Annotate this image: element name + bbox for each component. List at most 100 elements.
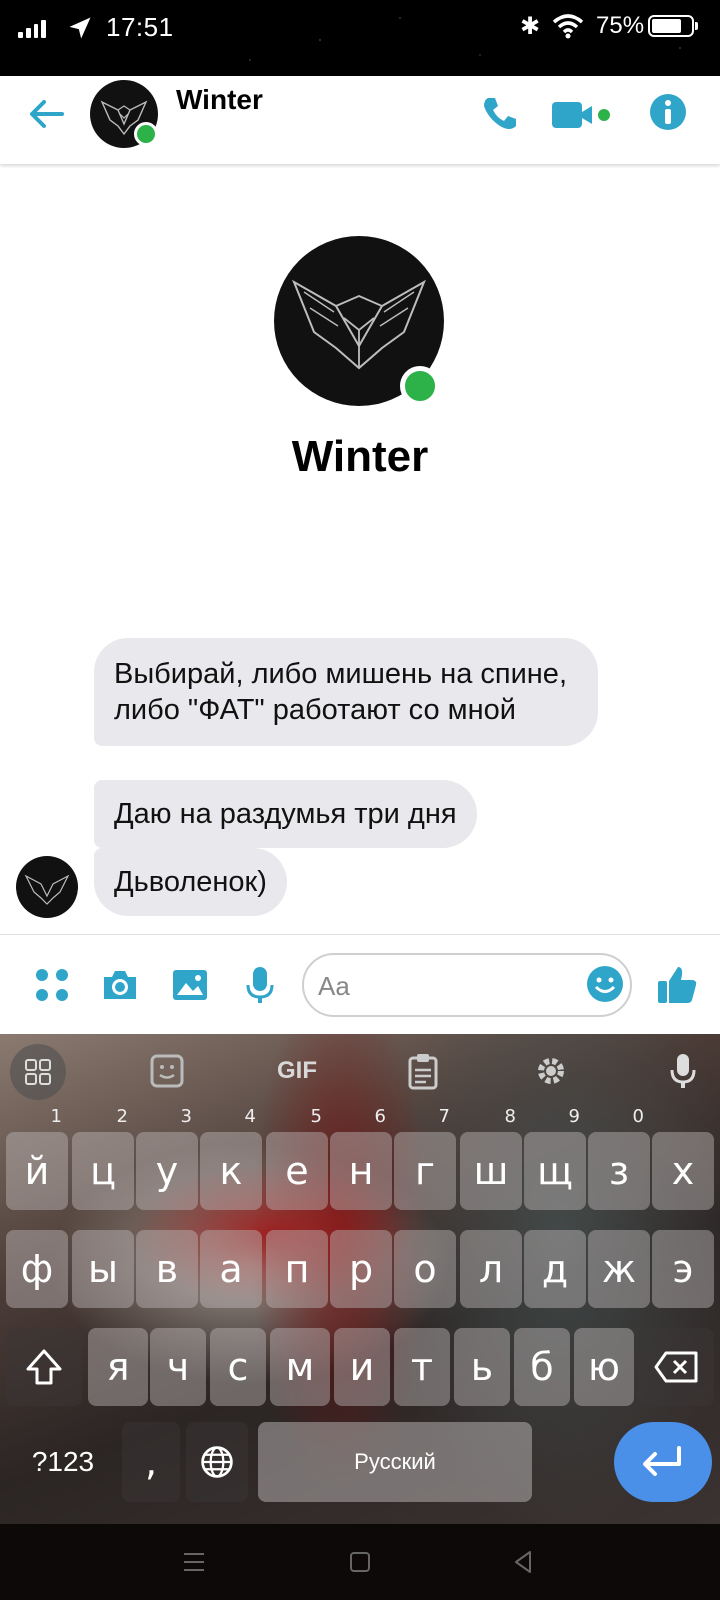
key-hint: 1 bbox=[50, 1106, 62, 1127]
profile-online-dot bbox=[400, 366, 440, 406]
key[interactable]: в bbox=[136, 1230, 198, 1308]
key-hint: 0 bbox=[632, 1106, 644, 1127]
key[interactable]: ф bbox=[6, 1230, 68, 1308]
apps-grid-icon[interactable] bbox=[10, 1044, 66, 1100]
emoji-icon[interactable] bbox=[586, 965, 624, 1003]
key-label: г bbox=[415, 1149, 435, 1193]
sticker-icon[interactable] bbox=[148, 1052, 186, 1090]
key[interactable]: о bbox=[394, 1230, 456, 1308]
key[interactable]: п bbox=[266, 1230, 328, 1308]
menu-nav-icon[interactable] bbox=[178, 1546, 210, 1578]
message-input-placeholder: Aa bbox=[318, 971, 350, 1001]
key[interactable]: ш8 bbox=[460, 1108, 522, 1210]
enter-arrow-icon bbox=[643, 1446, 681, 1476]
key[interactable]: ч bbox=[150, 1328, 206, 1406]
status-bar: 17:51 ✱ 75% bbox=[0, 0, 720, 76]
back-arrow-icon[interactable] bbox=[26, 94, 66, 134]
gif-button[interactable]: GIF bbox=[272, 1052, 322, 1090]
key-label: н bbox=[348, 1149, 374, 1193]
phone-call-icon[interactable] bbox=[480, 94, 520, 134]
grid-icon bbox=[25, 1059, 51, 1085]
wifi-icon bbox=[552, 14, 584, 39]
message-input[interactable]: Aa bbox=[302, 953, 632, 1017]
info-icon[interactable] bbox=[648, 92, 688, 132]
signal-icon bbox=[18, 18, 46, 38]
key[interactable]: а bbox=[200, 1230, 262, 1308]
key[interactable]: л bbox=[460, 1230, 522, 1308]
clipboard-icon[interactable] bbox=[404, 1052, 442, 1090]
battery-level-fill bbox=[652, 19, 681, 33]
profile-name: Winter bbox=[291, 432, 429, 481]
key[interactable]: ь bbox=[454, 1328, 510, 1406]
key[interactable]: б bbox=[514, 1328, 570, 1406]
shift-key[interactable] bbox=[6, 1328, 82, 1406]
key[interactable]: э bbox=[652, 1230, 714, 1308]
language-globe-key[interactable] bbox=[186, 1422, 248, 1502]
comma-label: , bbox=[144, 1440, 158, 1484]
microphone-icon[interactable] bbox=[240, 965, 280, 1005]
key-hint: 4 bbox=[244, 1106, 256, 1127]
message-bubble[interactable]: Дьволенок) bbox=[94, 848, 287, 916]
key[interactable]: щ9 bbox=[524, 1108, 586, 1210]
key[interactable]: у3 bbox=[136, 1108, 198, 1210]
key[interactable]: ж bbox=[588, 1230, 650, 1308]
key[interactable]: х bbox=[652, 1132, 714, 1210]
video-call-button[interactable] bbox=[552, 98, 616, 132]
comma-emoji-key[interactable]: , bbox=[122, 1422, 180, 1502]
online-status-dot bbox=[134, 122, 158, 146]
gallery-icon[interactable] bbox=[170, 965, 210, 1005]
globe-icon bbox=[201, 1446, 233, 1478]
more-actions-icon[interactable] bbox=[32, 965, 72, 1005]
key[interactable]: е5 bbox=[266, 1108, 328, 1210]
thumbs-up-icon[interactable] bbox=[656, 963, 698, 1005]
key[interactable]: и bbox=[334, 1328, 390, 1406]
key[interactable]: ы bbox=[72, 1230, 134, 1308]
location-arrow-icon bbox=[69, 17, 91, 39]
voice-input-mic-icon[interactable] bbox=[664, 1052, 702, 1090]
video-camera-icon bbox=[552, 102, 610, 128]
battery-icon bbox=[648, 15, 698, 37]
message-composer: Aa bbox=[0, 934, 720, 1034]
key[interactable]: ц2 bbox=[72, 1108, 134, 1210]
key-hint: 9 bbox=[568, 1106, 580, 1127]
key[interactable]: к4 bbox=[200, 1108, 262, 1210]
space-key[interactable]: Русский bbox=[258, 1422, 532, 1502]
settings-gear-icon[interactable] bbox=[532, 1052, 570, 1090]
camera-icon[interactable] bbox=[100, 965, 140, 1005]
backspace-key[interactable] bbox=[638, 1328, 714, 1406]
key-hint: 8 bbox=[504, 1106, 516, 1127]
shift-arrow-icon bbox=[26, 1349, 62, 1385]
key[interactable]: с bbox=[210, 1328, 266, 1406]
message-bubble[interactable]: Даю на раздумья три дня bbox=[94, 780, 477, 848]
key-label: й bbox=[24, 1149, 50, 1193]
key[interactable]: г7 bbox=[394, 1108, 456, 1210]
message-bubble[interactable]: Выбирай, либо мишень на спине, либо "ФАТ… bbox=[94, 638, 598, 746]
contact-name[interactable]: Winter bbox=[176, 84, 263, 116]
home-nav-icon[interactable] bbox=[344, 1546, 376, 1578]
back-nav-icon[interactable] bbox=[508, 1546, 540, 1578]
key-label: у bbox=[155, 1149, 179, 1193]
backspace-icon bbox=[654, 1351, 698, 1383]
key[interactable]: т bbox=[394, 1328, 450, 1406]
key[interactable]: м bbox=[270, 1328, 330, 1406]
key[interactable]: р bbox=[330, 1230, 392, 1308]
key-label: ц bbox=[90, 1149, 116, 1193]
key[interactable]: я bbox=[88, 1328, 148, 1406]
key-hint: 2 bbox=[116, 1106, 128, 1127]
symbols-key[interactable]: ?123 bbox=[8, 1422, 118, 1502]
battery-percent: 75% bbox=[596, 12, 645, 39]
key-label: е bbox=[285, 1149, 309, 1193]
key-hint: 3 bbox=[180, 1106, 192, 1127]
key[interactable]: з0 bbox=[588, 1108, 650, 1210]
key-label: к bbox=[219, 1149, 243, 1193]
key[interactable]: ю bbox=[574, 1328, 634, 1406]
keyboard: GIF й1 ц2 у3 к4 е5 н6 г7 ш8 щ9 з0 х ф ы … bbox=[0, 1034, 720, 1524]
key[interactable]: й1 bbox=[6, 1108, 68, 1210]
key[interactable]: н6 bbox=[330, 1108, 392, 1210]
status-time: 17:51 bbox=[106, 12, 174, 42]
sender-avatar[interactable] bbox=[16, 856, 78, 918]
enter-key[interactable] bbox=[614, 1422, 712, 1502]
keyboard-toolbar: GIF bbox=[0, 1034, 720, 1108]
chat-header: Winter bbox=[0, 76, 720, 164]
key[interactable]: д bbox=[524, 1230, 586, 1308]
